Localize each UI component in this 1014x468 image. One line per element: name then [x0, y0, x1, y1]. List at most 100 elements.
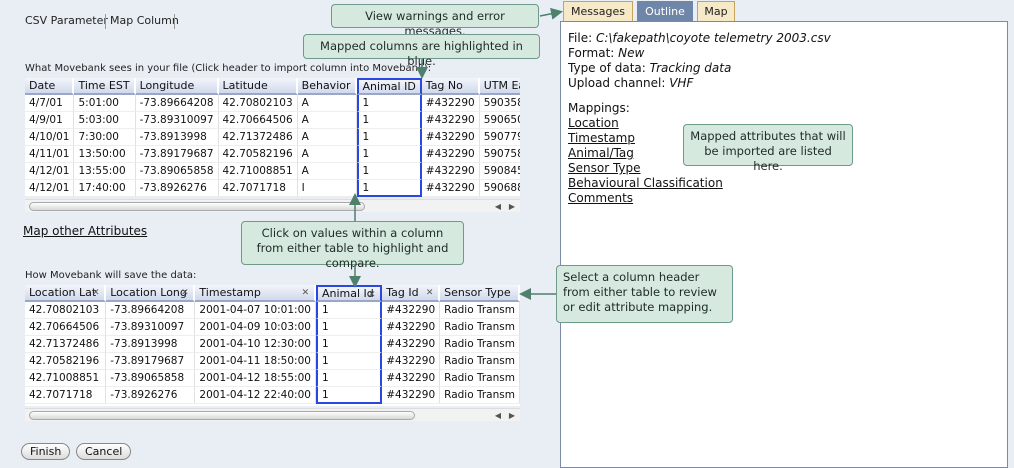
table-cell[interactable]: 590758 [479, 146, 520, 163]
table-cell[interactable]: A [297, 146, 357, 163]
tab-messages[interactable]: Messages [563, 1, 633, 21]
table-row[interactable]: 42.71372486 -73.8913998 2001-04-10 12:30:0… [25, 336, 520, 353]
table-cell[interactable]: Radio Transm [440, 336, 520, 353]
remove-mapping-icon[interactable]: ✕ [300, 288, 311, 299]
save-column-header[interactable]: Animal Id ✕ [315, 285, 383, 302]
table-cell[interactable]: 2001-04-12 22:40:00 [195, 387, 316, 404]
table-cell[interactable]: -73.89310097 [106, 319, 196, 336]
table-cell[interactable]: #432290 [382, 336, 441, 353]
table-cell[interactable]: -73.8926276 [106, 387, 196, 404]
scroll-right-icon[interactable]: ▶ [506, 200, 518, 213]
mapping-location-link[interactable]: Location [568, 116, 619, 130]
table-cell[interactable]: #432290 [421, 95, 480, 112]
table-cell[interactable]: 5:01:00 [74, 95, 136, 112]
file-column-header[interactable]: Tag No [421, 78, 480, 95]
table-cell[interactable]: 590779 [479, 129, 520, 146]
scroll-left-icon[interactable]: ◀ [492, 409, 504, 422]
table-cell[interactable]: #432290 [421, 112, 480, 129]
scroll-thumb[interactable] [29, 411, 415, 420]
table-row[interactable]: 42.7071718 -73.8926276 2001-04-12 22:40:00… [25, 387, 520, 404]
mapping-behavioural-classification-link[interactable]: Behavioural Classification [568, 176, 723, 190]
table-cell[interactable]: Radio Transm [440, 302, 520, 319]
remove-mapping-icon[interactable]: ✕ [90, 288, 101, 299]
table-cell[interactable]: 2001-04-11 18:50:00 [195, 353, 316, 370]
table-cell[interactable]: 2001-04-12 18:55:00 [195, 370, 316, 387]
table-cell[interactable]: 4/12/01 [25, 163, 75, 180]
table-cell[interactable]: 590650 [479, 112, 520, 129]
table-cell[interactable]: 42.70582196 [218, 146, 298, 163]
file-column-header[interactable]: Longitude [135, 78, 219, 95]
file-column-header[interactable]: Time EST [74, 78, 136, 95]
mapping-animal-tag-link[interactable]: Animal/Tag [568, 146, 634, 160]
table-cell[interactable]: 1 [315, 353, 383, 370]
table-cell[interactable]: #432290 [421, 129, 480, 146]
save-column-header[interactable]: Tag Id ✕ [382, 285, 441, 302]
table-cell[interactable]: 1 [356, 129, 422, 146]
tab-csv-parameter[interactable]: CSV Parameter [25, 14, 108, 27]
tab-outline[interactable]: Outline [637, 1, 693, 21]
table-row[interactable]: 42.70802103 -73.89664208 2001-04-07 10:01:… [25, 302, 520, 319]
finish-button[interactable]: Finish [21, 443, 71, 460]
file-column-header[interactable]: Animal ID [356, 78, 422, 95]
cancel-button[interactable]: Cancel [76, 443, 132, 460]
table-cell[interactable]: I [297, 180, 357, 197]
table-cell[interactable]: -73.89065858 [106, 370, 196, 387]
table-cell[interactable]: 42.70802103 [25, 302, 107, 319]
table-cell[interactable]: 590845 [479, 163, 520, 180]
table-cell[interactable]: -73.89310097 [135, 112, 219, 129]
remove-mapping-icon[interactable]: ✕ [424, 288, 435, 299]
table-row[interactable]: 4/9/01 5:03:00 -73.89310097 42.70664506 A 1 #4… [25, 112, 520, 129]
table-cell[interactable]: 42.70802103 [218, 95, 298, 112]
table-cell[interactable]: 42.70582196 [25, 353, 107, 370]
table-cell[interactable]: 4/7/01 [25, 95, 75, 112]
table-cell[interactable]: 1 [315, 336, 383, 353]
table-cell[interactable]: 1 [315, 319, 383, 336]
table-cell[interactable]: 590358 [479, 95, 520, 112]
table-cell[interactable]: -73.8913998 [135, 129, 219, 146]
table-cell[interactable]: 42.71372486 [25, 336, 107, 353]
table-cell[interactable]: 42.71008851 [218, 163, 298, 180]
table-cell[interactable]: A [297, 129, 357, 146]
table-cell[interactable]: 13:55:00 [74, 163, 136, 180]
table-cell[interactable]: 2001-04-10 12:30:00 [195, 336, 316, 353]
table-cell[interactable]: 4/12/01 [25, 180, 75, 197]
table-cell[interactable]: 42.7071718 [25, 387, 107, 404]
table-row[interactable]: 42.70582196 -73.89179687 2001-04-11 18:50:… [25, 353, 520, 370]
table-cell[interactable]: -73.8926276 [135, 180, 219, 197]
map-other-attributes-link[interactable]: Map other Attributes [23, 224, 147, 238]
table-cell[interactable]: 42.71372486 [218, 129, 298, 146]
scroll-thumb[interactable] [29, 202, 365, 211]
save-table-scrollbar[interactable]: ◀ ▶ [25, 408, 520, 421]
tab-map[interactable]: Map [697, 1, 735, 21]
save-column-header[interactable]: Location Lat ✕ [25, 285, 107, 302]
table-cell[interactable]: #432290 [421, 163, 480, 180]
table-row[interactable]: 42.71008851 -73.89065858 2001-04-12 18:55:… [25, 370, 520, 387]
remove-mapping-icon[interactable]: ✕ [179, 288, 190, 299]
table-cell[interactable]: 17:40:00 [74, 180, 136, 197]
table-row[interactable]: 4/11/01 13:50:00 -73.89179687 42.70582196 A 1… [25, 146, 520, 163]
scroll-right-icon[interactable]: ▶ [506, 409, 518, 422]
file-table-scrollbar[interactable]: ◀ ▶ [25, 199, 520, 212]
table-cell[interactable]: 5:03:00 [74, 112, 136, 129]
table-cell[interactable]: A [297, 112, 357, 129]
table-cell[interactable]: A [297, 163, 357, 180]
table-cell[interactable]: -73.89664208 [135, 95, 219, 112]
save-column-header[interactable]: Timestamp ✕ [195, 285, 316, 302]
table-cell[interactable]: 1 [356, 95, 422, 112]
file-column-header[interactable]: Date [25, 78, 75, 95]
table-cell[interactable]: #432290 [382, 387, 441, 404]
table-cell[interactable]: 2001-04-07 10:01:00 [195, 302, 316, 319]
table-row[interactable]: 4/12/01 13:55:00 -73.89065858 42.71008851 A 1… [25, 163, 520, 180]
table-row[interactable]: 42.70664506 -73.89310097 2001-04-09 10:03:… [25, 319, 520, 336]
file-column-header[interactable]: Behavior [297, 78, 357, 95]
mapping-sensor-type-link[interactable]: Sensor Type [568, 161, 641, 175]
table-cell[interactable]: #432290 [421, 146, 480, 163]
table-cell[interactable]: 4/11/01 [25, 146, 75, 163]
table-cell[interactable]: 1 [315, 387, 383, 404]
mapping-timestamp-link[interactable]: Timestamp [568, 131, 635, 145]
table-cell[interactable]: Radio Transm [440, 353, 520, 370]
table-cell[interactable]: A [297, 95, 357, 112]
table-cell[interactable]: 1 [356, 180, 422, 197]
table-row[interactable]: 4/12/01 17:40:00 -73.8926276 42.7071718 I 1 #4… [25, 180, 520, 197]
table-cell[interactable]: 1 [315, 370, 383, 387]
